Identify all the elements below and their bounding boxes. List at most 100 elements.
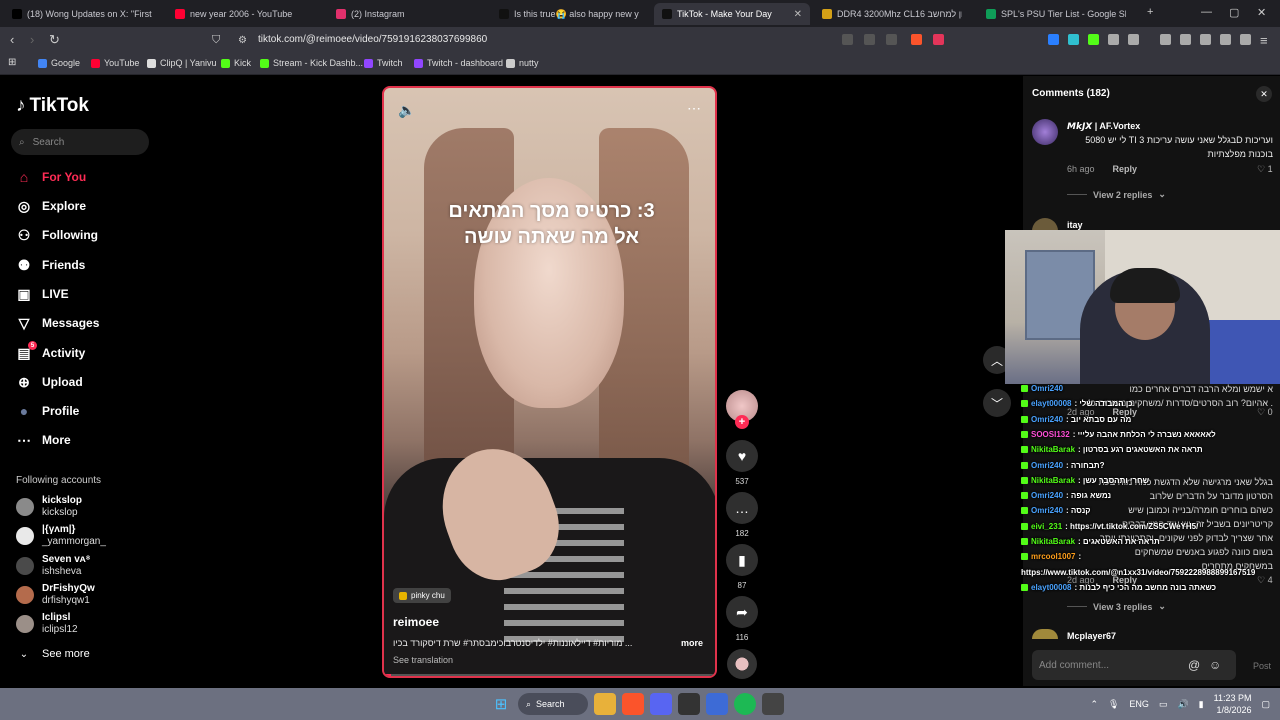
media-icon[interactable]: [1160, 34, 1171, 45]
reload-icon[interactable]: ↻: [49, 32, 60, 48]
taskbar-search[interactable]: ⌕ Search: [518, 693, 588, 715]
following-account[interactable]: kickslop kickslop: [16, 495, 82, 519]
following-account[interactable]: DrFishyQw drfishyqw1: [16, 583, 95, 607]
see-more-button[interactable]: ⌄ See more: [16, 644, 90, 664]
sidebar-item-messages[interactable]: ▽ Messages: [16, 313, 100, 333]
extension-icon[interactable]: [1108, 34, 1119, 45]
sidebar-item-more[interactable]: ⋯ More: [16, 430, 71, 450]
bookmark-item[interactable]: Stream - Kick Dashb...: [260, 58, 363, 68]
video-player[interactable]: 3: כרטיס מסך המתאים אל מה שאתה עושה 🔈 ⋯ p…: [382, 86, 717, 678]
volume-icon[interactable]: 🔊: [1177, 699, 1188, 710]
follow-plus-icon[interactable]: +: [735, 415, 749, 429]
monitor-icon[interactable]: ▭: [1159, 699, 1168, 710]
music-disc[interactable]: [727, 649, 757, 679]
bookmark-icon[interactable]: ⛉: [212, 34, 220, 47]
new-tab-icon[interactable]: +: [1147, 6, 1153, 18]
share-button[interactable]: ➦ 116: [726, 596, 758, 642]
browser-tab[interactable]: (2) Instagram: [328, 3, 484, 25]
bookmark-item[interactable]: Twitch: [364, 58, 403, 68]
close-icon[interactable]: ✕: [1256, 86, 1272, 102]
language-indicator[interactable]: ENG: [1129, 699, 1149, 709]
comment-like-button[interactable]: ♡ 1: [1257, 164, 1273, 175]
apps-icon[interactable]: ⊞: [8, 57, 16, 68]
comment-user[interactable]: 𝙈𝙠𝙅𝙓 | AF.Vortex: [1067, 121, 1140, 132]
battery-icon[interactable]: ▮: [1199, 699, 1204, 710]
brave-icon[interactable]: [622, 693, 644, 715]
bookmark-item[interactable]: Kick: [221, 58, 251, 68]
sidebar-item-for-you[interactable]: ⌂ For You: [16, 167, 86, 187]
bookmark-item[interactable]: nutty: [506, 58, 539, 68]
next-video-button[interactable]: ﹀: [983, 389, 1011, 417]
brave-rewards-icon[interactable]: [933, 34, 944, 45]
minimize-icon[interactable]: —: [1201, 6, 1212, 18]
extensions-puzzle-icon[interactable]: [1128, 34, 1139, 45]
video-author[interactable]: reimoee: [393, 615, 439, 629]
browser-tab[interactable]: Is this true😭 also happy new years: [491, 3, 647, 25]
tiktok-logo[interactable]: ♪ TikTok: [16, 95, 89, 117]
reply-button[interactable]: Reply: [1113, 164, 1138, 174]
caption-more-link[interactable]: more: [681, 638, 703, 648]
file-explorer-icon[interactable]: [594, 693, 616, 715]
bookmark-item[interactable]: Google: [38, 58, 80, 68]
extension-icon[interactable]: [1068, 34, 1079, 45]
volume-icon[interactable]: 🔈: [398, 102, 415, 119]
clock[interactable]: 11:23 PM 1/8/2026: [1214, 692, 1252, 716]
extension-icon[interactable]: [864, 34, 875, 45]
extension-icon[interactable]: [1048, 34, 1059, 45]
avatar[interactable]: [1032, 119, 1058, 145]
close-tab-icon[interactable]: ✕: [794, 9, 802, 20]
post-button[interactable]: Post: [1253, 661, 1271, 671]
comment-user[interactable]: itay: [1067, 220, 1083, 230]
sidebar-item-activity[interactable]: ▤ 5 Activity: [16, 341, 85, 363]
brave-shields-icon[interactable]: [911, 34, 922, 45]
emoji-icon[interactable]: ☺: [1209, 658, 1221, 672]
save-button[interactable]: ▮ 87: [726, 544, 758, 590]
following-account[interactable]: Seven ᴠᴀ⁸ ishsheva: [16, 554, 90, 578]
vpn-icon[interactable]: [1240, 34, 1251, 45]
sidebar-item-upload[interactable]: ⊕ Upload: [16, 372, 83, 392]
sidebar-icon[interactable]: [1180, 34, 1191, 45]
browser-tab[interactable]: (18) Wong Updates on X: "First look: [4, 3, 160, 25]
sidebar-item-profile[interactable]: ● Profile: [16, 401, 80, 421]
wallet-icon[interactable]: [1200, 34, 1211, 45]
search-input[interactable]: ⌕ Search: [11, 129, 149, 155]
video-progress-bar[interactable]: [384, 674, 715, 676]
browser-tab[interactable]: new year 2006 - YouTube: [167, 3, 322, 25]
see-translation-link[interactable]: See translation: [393, 655, 453, 665]
sidebar-item-following[interactable]: ⚇ Following: [16, 225, 98, 245]
like-button[interactable]: ♥ 537: [726, 440, 758, 486]
bookmark-item[interactable]: ClipQ | Yanivu: [147, 58, 217, 68]
comment-user[interactable]: Mcplayer67: [1067, 631, 1116, 641]
share-icon[interactable]: [886, 34, 897, 45]
browser-tab[interactable]: SPL's PSU Tier List - Google Sheets: [978, 3, 1134, 25]
chevron-up-icon[interactable]: ⌃: [1090, 699, 1098, 710]
extension-icon[interactable]: [1088, 34, 1099, 45]
browser-tab[interactable]: TikTok - Make Your Day ✕: [654, 3, 810, 25]
microphone-icon[interactable]: 🎙: [1108, 699, 1119, 710]
add-comment-input[interactable]: Add comment...: [1032, 650, 1236, 680]
view-replies-button[interactable]: View 3 replies ⌄: [1067, 601, 1166, 612]
sidebar-item-friends[interactable]: ⚉ Friends: [16, 255, 86, 275]
bookmark-item[interactable]: Twitch - dashboard: [414, 58, 503, 68]
avatar[interactable]: [1032, 629, 1058, 639]
app-icon[interactable]: [706, 693, 728, 715]
following-account[interactable]: |{γʌm|} _yammorgan_: [16, 524, 106, 548]
app-icon[interactable]: [762, 693, 784, 715]
spotify-icon[interactable]: [734, 693, 756, 715]
comment-button[interactable]: … 182: [726, 492, 758, 538]
notifications-icon[interactable]: ▢: [1261, 699, 1270, 710]
menu-icon[interactable]: ≡: [1260, 33, 1268, 48]
leo-icon[interactable]: [1220, 34, 1231, 45]
following-account[interactable]: Iclipsl iclipsl12: [16, 612, 78, 636]
site-settings-icon[interactable]: ⚙: [238, 35, 247, 46]
mention-icon[interactable]: @: [1188, 658, 1200, 672]
sidebar-item-explore[interactable]: ◎ Explore: [16, 196, 86, 216]
extension-icon[interactable]: [842, 34, 853, 45]
forward-icon[interactable]: ›: [30, 32, 34, 47]
url-input[interactable]: tiktok.com/@reimoee/video/75919162380376…: [258, 34, 487, 45]
maximize-icon[interactable]: ▢: [1229, 6, 1239, 19]
more-options-icon[interactable]: ⋯: [687, 100, 701, 117]
sidebar-item-live[interactable]: ▣ LIVE: [16, 284, 68, 304]
sound-tag[interactable]: pinky chu: [393, 588, 451, 603]
view-replies-button[interactable]: View 2 replies ⌄: [1067, 189, 1166, 200]
